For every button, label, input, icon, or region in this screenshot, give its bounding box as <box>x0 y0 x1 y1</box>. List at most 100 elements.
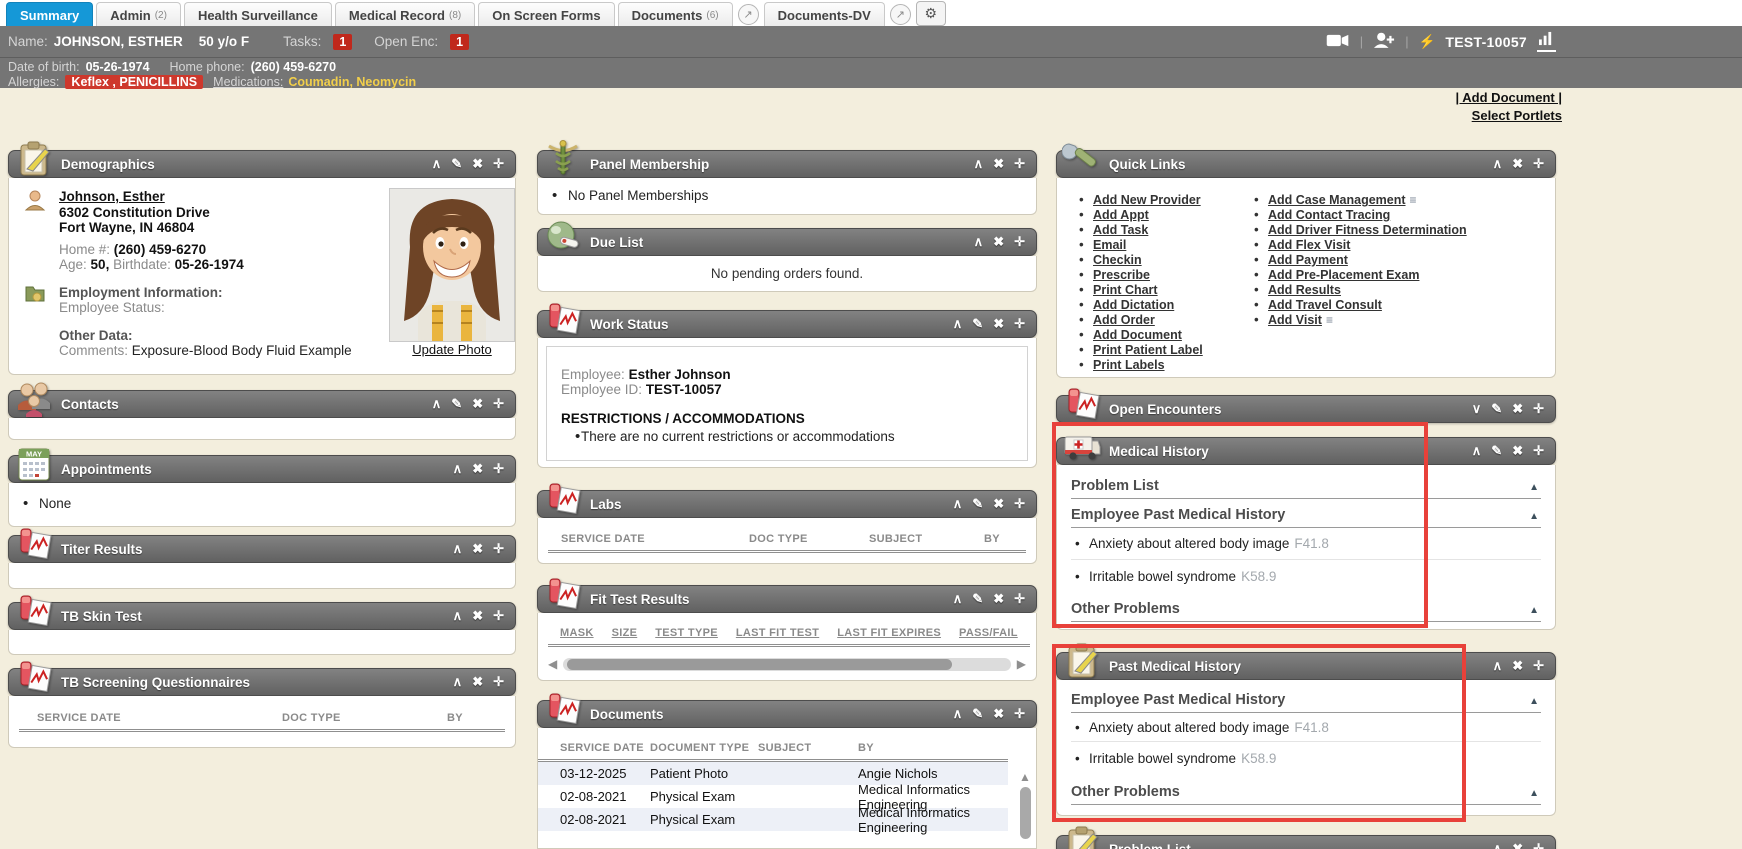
close-icon[interactable]: ✖ <box>993 706 1004 722</box>
section-other-problems[interactable]: Other Problems▲ <box>1071 592 1541 622</box>
collapse-icon[interactable]: ∧ <box>432 396 442 412</box>
quick-link[interactable]: Add Visit≡ <box>1254 312 1467 327</box>
scroll-up-icon[interactable]: ▲ <box>1019 770 1031 784</box>
edit-icon[interactable]: ✎ <box>972 316 983 332</box>
portlet-header[interactable]: Contacts ∧✎✖✛ <box>8 390 516 418</box>
portlet-header[interactable]: Past Medical History ∧✖✛ <box>1056 652 1556 680</box>
scrollbar-thumb[interactable] <box>567 659 952 670</box>
tab-documents-dv[interactable]: Documents-DV <box>764 2 885 27</box>
section-employee-past-medical-history[interactable]: Employee Past Medical History▲ <box>1071 499 1541 528</box>
portlet-header[interactable]: TB Skin Test ∧✖✛ <box>8 602 516 630</box>
portlet-header[interactable]: Open Encounters ∨✎✖✛ <box>1056 395 1556 423</box>
move-icon[interactable]: ✛ <box>493 541 504 557</box>
add-document-link[interactable]: | Add Document | <box>1456 90 1562 105</box>
collapse-icon[interactable]: ∧ <box>453 674 463 690</box>
collapse-icon[interactable]: ∧ <box>974 156 984 172</box>
section-collapse-icon[interactable]: ▲ <box>1529 482 1539 493</box>
quick-link[interactable]: Checkin <box>1079 252 1203 267</box>
move-icon[interactable]: ✛ <box>1014 706 1025 722</box>
vertical-scrollbar[interactable]: ▲ <box>1018 770 1032 849</box>
section-collapse-icon[interactable]: ▲ <box>1529 511 1539 522</box>
section-problem-list[interactable]: Problem List▲ <box>1071 465 1541 499</box>
allergies-badge[interactable]: Keflex , PENICILLINS <box>65 75 203 89</box>
tab-medical-record[interactable]: Medical Record(8) <box>335 2 475 27</box>
collapse-icon[interactable]: ∧ <box>1493 841 1503 849</box>
portlet-header[interactable]: Panel Membership ∧✖✛ <box>537 150 1037 178</box>
quick-link[interactable]: Add Dictation <box>1079 297 1203 312</box>
portlet-header[interactable]: Quick Links ∧✖✛ <box>1056 150 1556 178</box>
move-icon[interactable]: ✛ <box>493 396 504 412</box>
edit-icon[interactable]: ✎ <box>1491 401 1502 417</box>
quick-link[interactable]: Add Pre-Placement Exam <box>1254 267 1467 282</box>
close-icon[interactable]: ✖ <box>472 396 483 412</box>
close-icon[interactable]: ✖ <box>472 461 483 477</box>
tab-health-surveillance[interactable]: Health Surveillance <box>184 2 332 27</box>
col-test-type[interactable]: TEST TYPE <box>655 627 718 639</box>
col-document-type[interactable]: DOCUMENT TYPE <box>650 742 758 754</box>
edit-icon[interactable]: ✎ <box>972 496 983 512</box>
close-icon[interactable]: ✖ <box>993 316 1004 332</box>
open-enc-count-badge[interactable]: 1 <box>450 34 469 50</box>
move-icon[interactable]: ✛ <box>493 461 504 477</box>
quick-link[interactable]: Add Contact Tracing <box>1254 207 1467 222</box>
tab-on-screen-forms[interactable]: On Screen Forms <box>478 2 614 27</box>
history-item[interactable]: Irritable bowel syndromeK58.9 <box>1071 742 1541 774</box>
quick-link[interactable]: Add Results <box>1254 282 1467 297</box>
quick-link[interactable]: Print Labels <box>1079 357 1203 372</box>
collapse-icon[interactable]: ∧ <box>953 316 963 332</box>
quick-link[interactable]: Add Payment <box>1254 252 1467 267</box>
edit-icon[interactable]: ✎ <box>972 591 983 607</box>
collapse-icon[interactable]: ∧ <box>953 706 963 722</box>
add-person-icon[interactable] <box>1373 32 1395 52</box>
patient-name-link[interactable]: Johnson, Esther <box>59 189 165 204</box>
tab-documents[interactable]: Documents(6) <box>618 2 733 27</box>
chart-stats-icon[interactable] <box>1537 31 1556 52</box>
section-collapse-icon[interactable]: ▲ <box>1529 788 1539 799</box>
scroll-right-icon[interactable]: ▶ <box>1017 657 1026 671</box>
settings-gear-button[interactable]: ⚙ <box>916 1 946 26</box>
portlet-header[interactable]: TB Screening Questionnaires ∧✖✛ <box>8 668 516 696</box>
open-documents-external-icon[interactable]: ↗ <box>738 4 759 25</box>
quick-link[interactable]: Print Patient Label <box>1079 342 1203 357</box>
portlet-header[interactable]: Demographics ∧✎✖✛ <box>8 150 516 178</box>
portlet-header[interactable]: Medical History ∧✎✖✛ <box>1056 437 1556 465</box>
update-photo-link[interactable]: Update Photo <box>412 342 492 357</box>
collapse-icon[interactable]: ∧ <box>432 156 442 172</box>
col-last-fit-expires[interactable]: LAST FIT EXPIRES <box>837 627 941 639</box>
move-icon[interactable]: ✛ <box>1014 316 1025 332</box>
col-doc-type[interactable]: DOC TYPE <box>282 712 447 724</box>
quick-link[interactable]: Add Travel Consult <box>1254 297 1467 312</box>
history-item[interactable]: Anxiety about altered body imageF41.8 <box>1071 528 1541 560</box>
section-collapse-icon[interactable]: ▲ <box>1529 696 1539 707</box>
col-subject[interactable]: SUBJECT <box>869 533 984 545</box>
col-service-date[interactable]: SERVICE DATE <box>538 742 650 754</box>
portlet-header[interactable]: Problem List ∧✖✛ <box>1056 835 1556 849</box>
move-icon[interactable]: ✛ <box>1014 591 1025 607</box>
edit-icon[interactable]: ✎ <box>451 396 462 412</box>
tasks-count-badge[interactable]: 1 <box>333 34 352 50</box>
portlet-header[interactable]: Fit Test Results ∧✎✖✛ <box>537 585 1037 613</box>
portlet-header[interactable]: MAY Appointments ∧✖✛ <box>8 455 516 483</box>
close-icon[interactable]: ✖ <box>993 591 1004 607</box>
move-icon[interactable]: ✛ <box>493 674 504 690</box>
close-icon[interactable]: ✖ <box>993 234 1004 250</box>
collapse-icon[interactable]: ∧ <box>1472 443 1482 459</box>
select-portlets-link[interactable]: Select Portlets <box>1472 108 1562 123</box>
move-icon[interactable]: ✛ <box>1533 156 1544 172</box>
move-icon[interactable]: ✛ <box>493 608 504 624</box>
lightning-icon[interactable]: ⚡ <box>1419 34 1436 50</box>
quick-link[interactable]: Add Task <box>1079 222 1203 237</box>
move-icon[interactable]: ✛ <box>1014 234 1025 250</box>
collapse-icon[interactable]: ∧ <box>1493 156 1503 172</box>
portlet-header[interactable]: Titer Results ∧✖✛ <box>8 535 516 563</box>
close-icon[interactable]: ✖ <box>1512 156 1523 172</box>
col-by[interactable]: BY <box>447 712 463 724</box>
portlet-header[interactable]: Due List ∧✖✛ <box>537 228 1037 256</box>
open-documents-dv-external-icon[interactable]: ↗ <box>890 4 911 25</box>
document-row[interactable]: 02-08-2021 Physical Exam Medical Informa… <box>538 808 1008 831</box>
tab-admin[interactable]: Admin(2) <box>96 2 181 27</box>
horizontal-scrollbar[interactable]: ◀ ▶ <box>548 657 1026 671</box>
medications-label[interactable]: Medications: <box>213 75 283 89</box>
history-item[interactable]: Irritable bowel syndromeK58.9 <box>1071 560 1541 592</box>
expand-icon[interactable]: ∨ <box>1472 401 1482 417</box>
